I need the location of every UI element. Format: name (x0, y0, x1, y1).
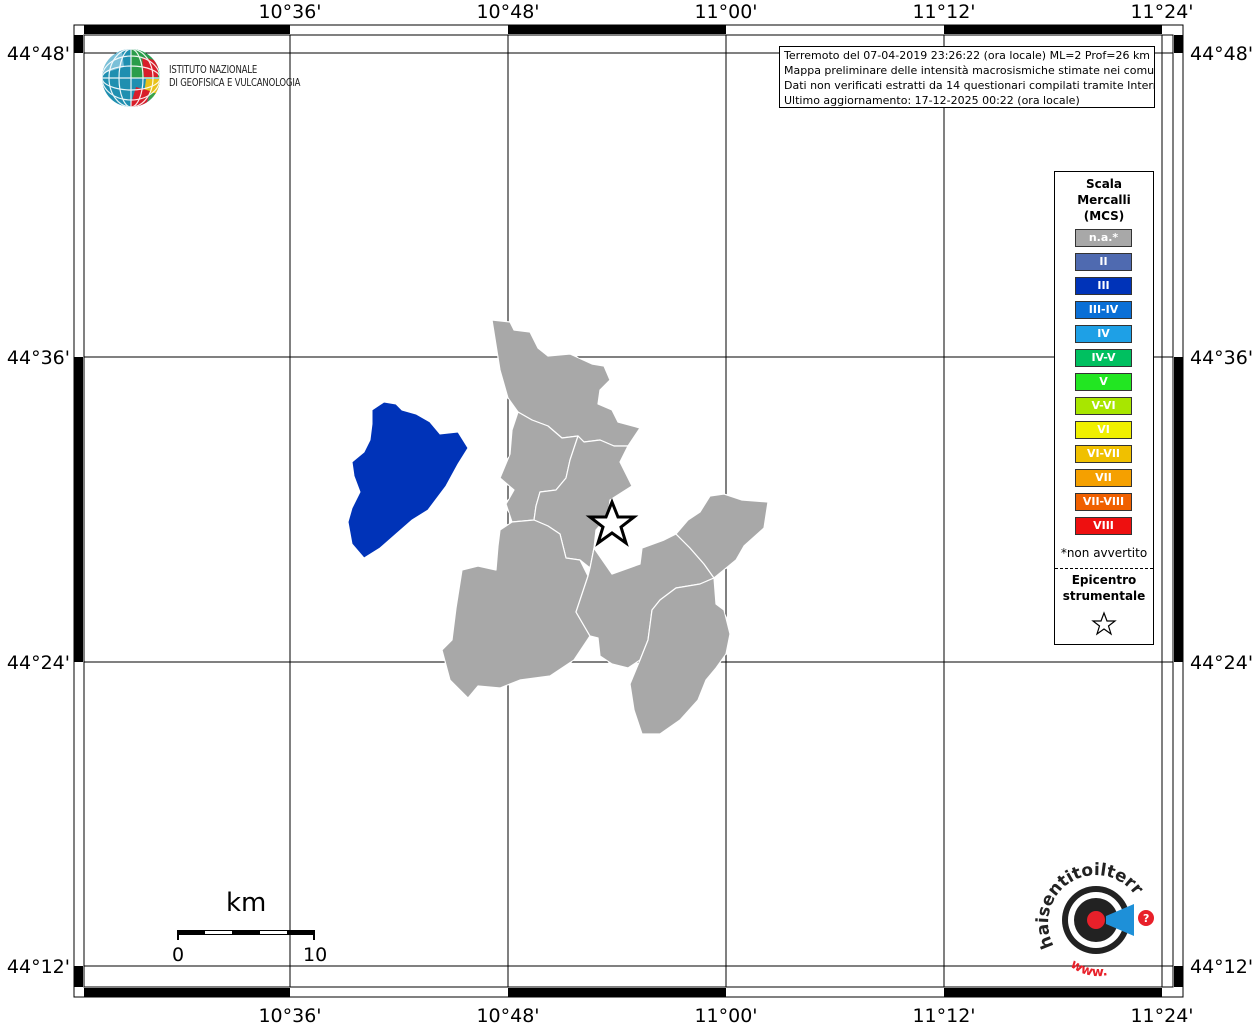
longitude-labels-top: 10°36' 10°48' 11°00' 11°12' 11°24' (258, 1, 1193, 23)
event-info-line3: Dati non verificati estratti da 14 quest… (784, 79, 1155, 92)
legend-swatch: VIII (1075, 517, 1132, 535)
haisentito-logo-graphic: ? haisentitoilterremoto.it www. (1021, 845, 1154, 980)
haisentito-logo-www: www. (1068, 957, 1109, 980)
lat-label-right: 44°36' (1190, 347, 1253, 369)
legend-swatch: n.a.* (1075, 229, 1132, 247)
legend-title-line2: Mercalli (1077, 193, 1131, 207)
lon-label-bottom: 11°24' (1130, 1005, 1193, 1024)
legend-epicenter-label: Epicentro strumentale (1055, 572, 1153, 604)
frame-border-ticks (74, 25, 1183, 997)
haisentito-logo: ? haisentitoilterremoto.it www. (1021, 845, 1170, 980)
event-info-box: Terremoto del 07-04-2019 23:26:22 (ora l… (779, 46, 1155, 108)
legend-swatch: III (1075, 277, 1132, 295)
municipality-intensity-iii (347, 401, 469, 559)
lat-label-right: 44°24' (1190, 652, 1253, 674)
legend-swatch: V (1075, 373, 1132, 391)
legend-title-line3: (MCS) (1083, 209, 1125, 223)
svg-text:?: ? (1143, 912, 1149, 925)
scale-start: 0 (172, 944, 185, 966)
event-info-line2: Mappa preliminare delle intensità macros… (784, 64, 1155, 77)
ingv-name-line2: DI GEOFISICA E VULCANOLOGIA (169, 76, 301, 89)
legend-swatch: VI (1075, 421, 1132, 439)
ingv-name-line1: ISTITUTO NAZIONALE (169, 63, 258, 76)
lon-label-top: 10°48' (476, 1, 539, 23)
scale-bar: km 0 10 (170, 888, 340, 968)
legend-swatch: III-IV (1075, 301, 1132, 319)
legend-epicenter-line1: Epicentro (1071, 573, 1137, 587)
lon-label-bottom: 10°48' (476, 1005, 539, 1024)
legend-swatch: VI-VII (1075, 445, 1132, 463)
lat-label-left: 44°48' (7, 43, 70, 65)
ingv-name: ISTITUTO NAZIONALE DI GEOFISICA E VULCAN… (169, 63, 300, 89)
legend-swatch: V-VI (1075, 397, 1132, 415)
lat-label-left: 44°36' (7, 347, 70, 369)
lat-label-right: 44°12' (1190, 956, 1253, 978)
lon-label-bottom: 11°00' (694, 1005, 757, 1024)
legend-swatch: II (1075, 253, 1132, 271)
legend-epicenter-line2: strumentale (1062, 589, 1146, 603)
latitude-labels-left: 44°48' 44°36' 44°24' 44°12' (7, 43, 70, 978)
graticule (84, 35, 1173, 987)
legend-swatch: VII (1075, 469, 1132, 487)
legend-title-line1: Scala (1085, 177, 1123, 191)
legend-separator (1055, 568, 1153, 569)
mcs-legend: Scala Mercalli (MCS) n.a.* II III III-IV IV I… (1054, 171, 1154, 645)
legend-swatch: IV-V (1075, 349, 1132, 367)
legend-note: *non avvertito (1060, 546, 1148, 560)
event-info-line1: Terremoto del 07-04-2019 23:26:22 (ora l… (784, 49, 1151, 62)
lon-label-bottom: 10°36' (258, 1005, 321, 1024)
legend-title: Scala Mercalli (MCS) (1055, 176, 1153, 224)
lon-label-top: 11°24' (1130, 1, 1193, 23)
scale-bar-graphic (177, 930, 315, 940)
lat-label-left: 44°24' (7, 652, 70, 674)
legend-swatch: IV (1075, 325, 1132, 343)
legend-star-icon (1091, 611, 1117, 636)
latitude-labels-right: 44°48' 44°36' 44°24' 44°12' (1190, 43, 1253, 978)
lat-label-right: 44°48' (1190, 43, 1253, 65)
lon-label-top: 11°00' (694, 1, 757, 23)
ingv-logo: ISTITUTO NAZIONALE DI GEOFISICA E VULCAN… (100, 47, 320, 109)
legend-swatch: VII-VIII (1075, 493, 1132, 511)
longitude-labels-bottom: 10°36' 10°48' 11°00' 11°12' 11°24' (258, 1005, 1193, 1024)
map-frame-outer (73, 24, 1184, 998)
lat-label-left: 44°12' (7, 956, 70, 978)
lon-label-bottom: 11°12' (912, 1005, 975, 1024)
map-frame-inner (83, 34, 1174, 988)
event-info-line4: Ultimo aggiornamento: 17-12-2025 00:22 (… (784, 94, 1080, 107)
scale-unit: km (226, 888, 267, 918)
ingv-globe-icon (102, 49, 160, 107)
lon-label-top: 10°36' (258, 1, 321, 23)
lon-label-top: 11°12' (912, 1, 975, 23)
scale-end: 10 (303, 944, 328, 966)
